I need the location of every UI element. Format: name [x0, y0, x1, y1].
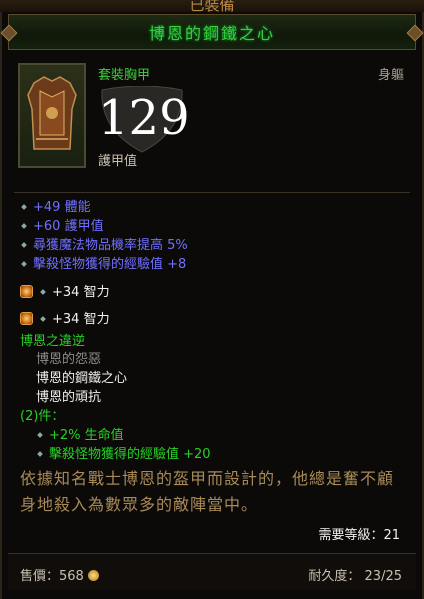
- item-type: 套裝胸甲: [98, 68, 151, 83]
- armor-label: 護甲值: [98, 154, 138, 169]
- gold-coin-icon: [87, 570, 99, 581]
- bullet-icon: [21, 204, 27, 210]
- socket-line: +34 智力: [20, 312, 110, 328]
- gem-socket-icon: [20, 312, 33, 325]
- set-name: 博恩之違逆: [20, 334, 86, 349]
- set-piece: 博恩的鋼鐵之心: [36, 371, 128, 386]
- set-piece: 博恩的頑抗: [36, 390, 102, 405]
- item-slot: 身軀: [377, 68, 404, 83]
- sell-price: 售價：568: [20, 565, 99, 584]
- bullet-icon: [21, 242, 27, 248]
- flavor-text: 依據知名戰士博恩的盔甲而設計的，他總是奮不顧身地殺入為數眾多的敵陣當中。: [20, 469, 395, 514]
- gem-socket-icon: [20, 285, 33, 298]
- bullet-icon: [37, 451, 43, 457]
- tooltip-footer: 售價：568 耐久度： 23/25: [8, 553, 416, 590]
- stat-line: 尋獲魔法物品機率提高 5%: [20, 238, 188, 254]
- required-level: 需要等級：21: [318, 528, 400, 543]
- bullet-icon: [40, 289, 46, 295]
- set-bonus-line: 擊殺怪物獲得的經驗值 +20: [36, 447, 211, 463]
- chest-armor-icon: [18, 63, 86, 168]
- top-bar: 已裝備: [0, 0, 424, 14]
- armor-value: 129: [98, 90, 190, 146]
- set-bonus-line: +2% 生命值: [36, 428, 124, 444]
- bullet-icon: [40, 316, 46, 322]
- item-name: 博恩的鋼鐵之心: [148, 24, 275, 43]
- bullet-icon: [21, 261, 27, 267]
- stat-line: 擊殺怪物獲得的經驗值 +8: [20, 257, 186, 273]
- set-piece: 博恩的怨惡: [36, 352, 102, 367]
- bullet-icon: [21, 223, 27, 229]
- set-bonus-header: (2)件：: [20, 409, 65, 424]
- socket-line: +34 智力: [20, 285, 110, 301]
- durability: 耐久度： 23/25: [308, 569, 402, 584]
- stat-line: +60 護甲值: [20, 219, 104, 235]
- item-title-bar: 博恩的鋼鐵之心: [8, 14, 416, 50]
- stat-line: +49 體能: [20, 200, 91, 216]
- divider: [14, 192, 410, 193]
- bullet-icon: [37, 432, 43, 438]
